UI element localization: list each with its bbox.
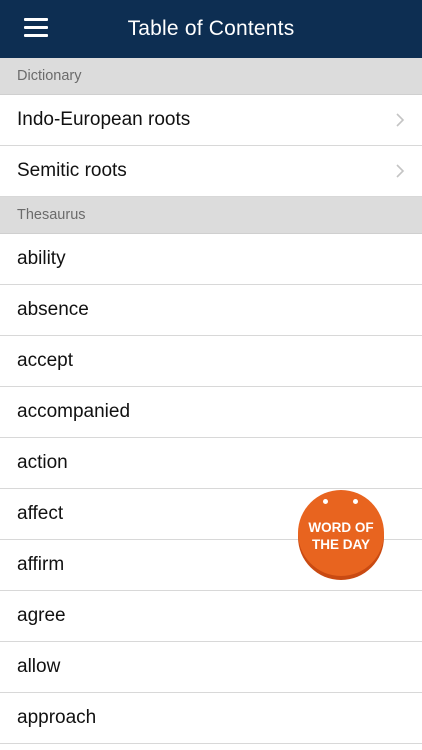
chevron-right-icon [396,113,405,127]
list-item-label: accept [17,350,73,371]
list-item[interactable]: agree [0,591,422,642]
list-item-label: Semitic roots [17,160,127,181]
table-of-contents-list: Dictionary Indo-European roots Semitic r… [0,58,422,744]
word-of-the-day-button[interactable]: WORD OF THE DAY [298,490,386,580]
word-of-the-day-disc: WORD OF THE DAY [298,490,384,576]
list-item-label: Indo-European roots [17,109,191,130]
section-header-thesaurus: Thesaurus [0,197,422,234]
list-item-label: approach [17,707,97,728]
list-item[interactable]: accompanied [0,387,422,438]
page-title: Table of Contents [127,17,295,40]
word-of-the-day-line1: WORD OF [308,520,374,535]
list-item-label: agree [17,605,66,626]
list-item-indo-european-roots[interactable]: Indo-European roots [0,95,422,146]
list-item-label: absence [17,299,89,320]
list-item[interactable]: absence [0,285,422,336]
list-item-label: affirm [17,554,65,575]
list-item-label: ability [17,248,66,269]
word-of-the-day-label: WORD OF THE DAY [298,519,384,553]
list-item[interactable]: accept [0,336,422,387]
list-item-label: accompanied [17,401,131,422]
list-item[interactable]: ability [0,234,422,285]
word-of-the-day-line2: THE DAY [311,537,370,552]
calendar-ring-icon [323,499,328,504]
list-item[interactable]: action [0,438,422,489]
list-item-label: affect [17,503,64,524]
list-item-label: action [17,452,68,473]
calendar-ring-icon [353,499,358,504]
list-item[interactable]: approach [0,693,422,744]
list-item[interactable]: allow [0,642,422,693]
section-header-dictionary: Dictionary [0,58,422,95]
list-item-semitic-roots[interactable]: Semitic roots [0,146,422,197]
list-item-label: allow [17,656,61,677]
chevron-right-icon [396,164,405,178]
app-bar: Table of Contents [0,0,422,58]
